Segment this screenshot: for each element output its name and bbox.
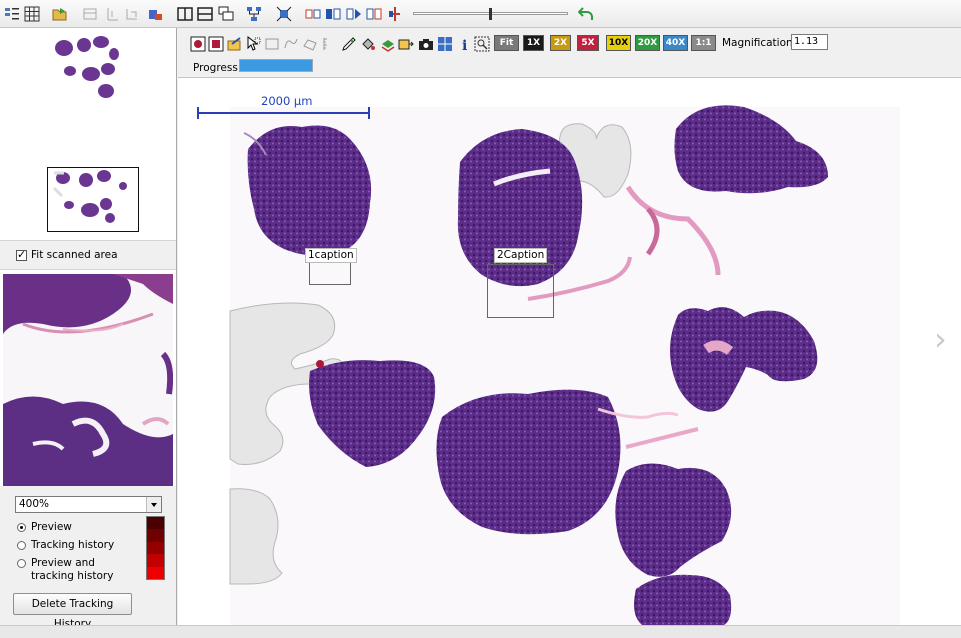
- heat-color-legend: [146, 516, 165, 580]
- two-pane-icon[interactable]: [197, 6, 213, 22]
- fit-scanned-area-label: Fit scanned area: [31, 249, 118, 261]
- polygon-icon[interactable]: [302, 36, 318, 52]
- sync-1-icon[interactable]: [305, 6, 321, 22]
- zoom-slider-thumb[interactable]: [489, 8, 492, 20]
- fit-button[interactable]: Fit: [494, 35, 519, 51]
- slide-viewer: i Fit 1X 2X 5X 10X 20X 40X 1:1 Magnifica…: [178, 28, 961, 625]
- zoom-1x-button[interactable]: 1X: [523, 35, 544, 51]
- fit-scanned-area-row: Fit scanned area: [0, 240, 176, 270]
- sync-3-icon[interactable]: [346, 6, 362, 22]
- info-icon[interactable]: i: [457, 36, 473, 52]
- zoom-2x-button[interactable]: 2X: [550, 35, 571, 51]
- macro-thumbnail[interactable]: [0, 28, 176, 240]
- single-pane-icon[interactable]: [177, 6, 193, 22]
- annotation-caption-2[interactable]: 2Caption: [494, 248, 548, 263]
- disabled-tool-3-icon[interactable]: [124, 6, 140, 22]
- heat-swatch: [147, 529, 164, 542]
- camera-icon[interactable]: [418, 36, 434, 52]
- ruler-icon[interactable]: [320, 36, 336, 52]
- heat-swatch: [147, 554, 164, 567]
- radio-preview-and-tracking-label-1: Preview and: [31, 557, 95, 569]
- next-region-arrow-icon[interactable]: ›: [934, 323, 947, 355]
- sync-5-icon[interactable]: [387, 6, 403, 22]
- heat-swatch: [147, 517, 164, 530]
- pen-icon[interactable]: [341, 36, 357, 52]
- layers-icon[interactable]: [380, 36, 396, 52]
- slide-macro-area: [0, 28, 176, 240]
- select-cursor-icon[interactable]: [246, 36, 262, 52]
- fit-scanned-area-checkbox[interactable]: [16, 248, 27, 261]
- stop-icon[interactable]: [208, 36, 224, 52]
- undo-arrow-icon[interactable]: [578, 6, 594, 22]
- zoom-region-icon[interactable]: [474, 36, 490, 52]
- paint-icon[interactable]: [360, 36, 376, 52]
- zoom-10x-button[interactable]: 10X: [606, 35, 631, 51]
- zoom-20x-button[interactable]: 20X: [635, 35, 660, 51]
- scale-bar-label: 2000 µm: [261, 94, 313, 108]
- scale-bar-tick-left: [197, 107, 199, 119]
- rect-icon[interactable]: [264, 36, 280, 52]
- record-icon[interactable]: [190, 36, 206, 52]
- open-folder-icon[interactable]: [52, 6, 68, 22]
- chevron-down-icon[interactable]: [146, 497, 161, 512]
- radio-preview-and-tracking-label-2: tracking history: [31, 570, 114, 582]
- app-window: Fit scanned area 400% Preview: [0, 0, 961, 638]
- freehand-icon[interactable]: [283, 36, 299, 52]
- fullscreen-icon[interactable]: [276, 6, 292, 22]
- network-icon[interactable]: [246, 6, 262, 22]
- export-image-icon[interactable]: [398, 36, 414, 52]
- disabled-tool-2-icon[interactable]: [104, 6, 120, 22]
- annotation-caption-1[interactable]: 1caption: [305, 248, 357, 263]
- magnification-label: Magnification:: [722, 37, 797, 49]
- zoom-40x-button[interactable]: 40X: [663, 35, 688, 51]
- heat-swatch: [147, 566, 164, 579]
- scale-bar-line: [197, 112, 370, 114]
- radio-tracking-history-label: Tracking history: [31, 539, 115, 551]
- radio-preview-label: Preview: [31, 521, 72, 533]
- tissue-image: [229, 105, 900, 625]
- left-navigation-panel: Fit scanned area 400% Preview: [0, 28, 177, 630]
- cascade-icon[interactable]: [218, 6, 234, 22]
- progress-fill: [240, 60, 312, 71]
- zoom-5x-button[interactable]: 5X: [577, 35, 599, 51]
- progress-bar: [239, 59, 313, 72]
- viewer-toolbar: i Fit 1X 2X 5X 10X 20X 40X 1:1 Magnifica…: [178, 28, 961, 78]
- disabled-tool-1-icon[interactable]: [82, 6, 98, 22]
- left-controls: 400% Preview Tracking history Preview an…: [0, 486, 176, 630]
- grid-small-icon[interactable]: [4, 6, 20, 22]
- sync-2-icon[interactable]: [325, 6, 341, 22]
- delete-tracking-history-button[interactable]: Delete Tracking History: [13, 593, 132, 630]
- annotation-box-1[interactable]: [309, 261, 351, 285]
- slide-label-icon[interactable]: [147, 6, 163, 22]
- export-icon[interactable]: [226, 36, 242, 52]
- region-preview[interactable]: [3, 274, 173, 486]
- radio-preview-and-tracking[interactable]: [17, 559, 26, 568]
- status-bar: [0, 625, 961, 638]
- grid-large-icon[interactable]: [24, 6, 40, 22]
- annotation-box-2[interactable]: [487, 264, 554, 318]
- scale-bar: 2000 µm: [197, 88, 370, 128]
- progress-label: Progress:: [193, 62, 242, 74]
- heat-swatch: [147, 541, 164, 555]
- slide-canvas[interactable]: 2000 µm 1caption 2Caption ›: [178, 79, 961, 625]
- sync-4-icon[interactable]: [366, 6, 382, 22]
- radio-tracking-history[interactable]: [17, 541, 26, 550]
- main-toolbar: [0, 0, 961, 28]
- radio-preview[interactable]: [17, 523, 26, 532]
- zoom-level-select[interactable]: 400%: [15, 496, 162, 513]
- scale-bar-tick-right: [368, 107, 370, 119]
- svg-text:i: i: [462, 38, 467, 52]
- zoom-1to1-button[interactable]: 1:1: [691, 35, 716, 51]
- snapshot-icon[interactable]: [437, 36, 453, 52]
- zoom-level-value: 400%: [19, 498, 50, 510]
- magnification-input[interactable]: 1.13: [791, 34, 828, 50]
